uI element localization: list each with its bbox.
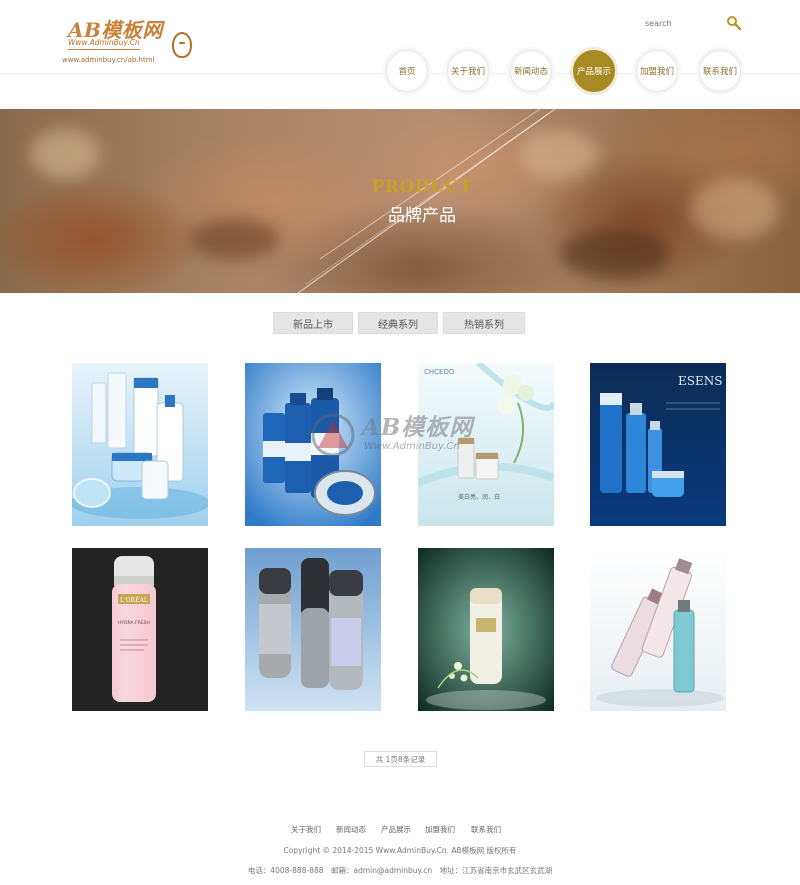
search-icon[interactable] — [726, 15, 742, 31]
main-nav: 首页 关于我们 新闻动态 产品展示 加盟我们 联系我们 — [384, 50, 744, 96]
footer-contact: 电话：4008-888-888 邮箱：admin@adminbuy.cn 地址：… — [247, 866, 553, 875]
site-header: AB模板网 Www.AdminBuy.Cn www.adminbuy.cn/ab… — [0, 0, 800, 108]
nav-item-products[interactable]: 产品展示 — [573, 50, 615, 92]
footer-link-news[interactable]: 新闻动态 — [336, 824, 366, 835]
footer-copyright: Copyright © 2014-2015 Www.AdminBuy.Cn. A… — [283, 846, 517, 855]
logo-url-text: www.adminbuy.cn/ab.html — [62, 56, 155, 64]
product-image-1[interactable] — [72, 363, 208, 526]
nav-item-about[interactable]: 关于我们 — [447, 50, 489, 92]
search-box — [640, 12, 750, 34]
product-image-2[interactable] — [245, 363, 381, 526]
logo-face-icon — [172, 32, 192, 58]
nav-item-contact[interactable]: 联系我们 — [699, 50, 741, 92]
footer-link-join[interactable]: 加盟我们 — [425, 824, 455, 835]
site-logo[interactable]: AB模板网 Www.AdminBuy.Cn www.adminbuy.cn/ab… — [60, 14, 200, 70]
product-image-8[interactable] — [590, 548, 726, 711]
product-3-caption: 美白亮、润、白 — [458, 493, 500, 501]
banner-subtitle: 品牌产品 — [388, 206, 456, 226]
footer-link-products[interactable]: 产品展示 — [381, 824, 411, 835]
tab-classic-series[interactable]: 经典系列 — [358, 312, 438, 334]
product-image-5[interactable]: L'ORÉAL HYDRA FRESH — [72, 548, 208, 711]
logo-sub-text: Www.AdminBuy.Cn — [68, 38, 140, 50]
product-image-7[interactable] — [418, 548, 554, 711]
product-image-4[interactable]: ESENS — [590, 363, 726, 526]
nav-item-home[interactable]: 首页 — [386, 50, 428, 92]
banner-title: PRODUCT — [371, 177, 473, 197]
product-5-brand: L'ORÉAL — [120, 596, 148, 604]
footer-link-about[interactable]: 关于我们 — [291, 824, 321, 835]
footer-link-contact[interactable]: 联系我们 — [471, 824, 501, 835]
product-3-brand: CHCEDO — [424, 368, 455, 376]
product-image-3[interactable]: CHCEDO 美白亮、润、白 — [418, 363, 554, 526]
product-5-label: HYDRA FRESH — [118, 620, 150, 626]
product-grid: CHCEDO 美白亮、润、白 ESENS L'ORÉAL HYDRA FRESH — [72, 363, 726, 711]
nav-item-join[interactable]: 加盟我们 — [636, 50, 678, 92]
nav-item-news[interactable]: 新闻动态 — [510, 50, 552, 92]
tab-hot-series[interactable]: 热销系列 — [443, 312, 525, 334]
product-banner: PRODUCT 品牌产品 — [0, 109, 800, 293]
search-input[interactable] — [640, 12, 724, 34]
product-tabs: 新品上市 经典系列 热销系列 — [273, 312, 525, 334]
product-4-brand: ESENS — [678, 374, 722, 388]
tab-new-arrivals[interactable]: 新品上市 — [273, 312, 353, 334]
product-image-6[interactable] — [245, 548, 381, 711]
footer-nav: 关于我们 新闻动态 产品展示 加盟我们 联系我们 — [290, 824, 510, 836]
pagination-info: 共 1页8条记录 — [364, 751, 437, 767]
